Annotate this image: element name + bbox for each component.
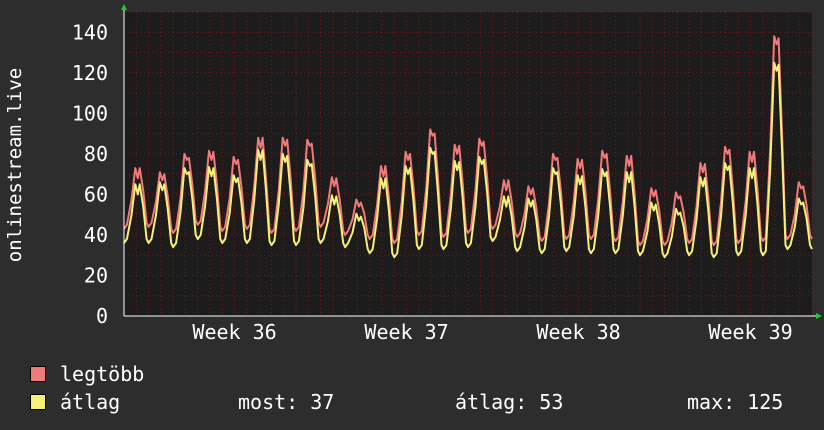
stat-current: most: 37	[238, 390, 335, 414]
y-tick-label: 140	[72, 20, 108, 44]
legend-swatch-avg	[30, 394, 46, 410]
chart: 0 20 40 60 80 100 120 140 Week 36 Week 37 Week 38 W…	[72, 4, 822, 344]
y-tick-label: 100	[72, 101, 108, 125]
x-tick-label: Week 37	[364, 320, 448, 344]
y-axis-arrow	[121, 4, 127, 10]
y-tick-label: 120	[72, 61, 108, 85]
legend-swatch-max	[30, 366, 46, 382]
x-tick-label: Week 39	[708, 320, 792, 344]
y-tick-label: 40	[84, 223, 108, 247]
x-tick-label: Week 38	[536, 320, 620, 344]
stat-average: átlag: 53	[455, 390, 564, 414]
x-tick-label: Week 36	[192, 320, 276, 344]
y-axis-title: onlinestream.live	[4, 67, 26, 263]
legend-item-max: legtöbb	[30, 362, 144, 386]
y-tick-label: 60	[84, 182, 108, 206]
legend-label-max: legtöbb	[60, 362, 145, 386]
y-tick-label: 80	[84, 142, 108, 166]
stat-maximum: max: 125	[687, 390, 784, 414]
y-tick-label: 20	[84, 263, 108, 287]
legend-item-avg: átlag	[30, 390, 120, 414]
y-tick-label: 0	[96, 304, 108, 328]
x-axis-arrow	[816, 313, 822, 319]
legend-label-avg: átlag	[60, 390, 121, 414]
